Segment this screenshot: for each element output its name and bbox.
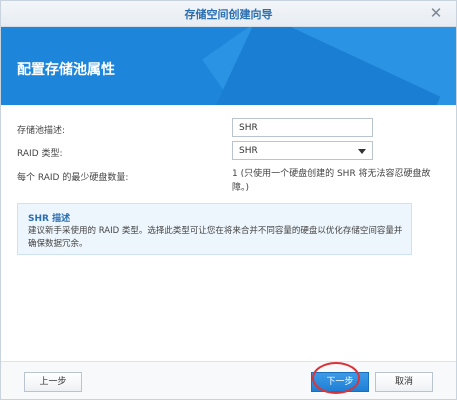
wizard-dialog: 存储空间创建向导 ✕ 配置存储池属性 存储池描述: RAID 类型: SHR 每…: [0, 0, 457, 400]
info-title: SHR 描述: [28, 214, 71, 224]
chevron-down-icon: [358, 149, 366, 154]
highlight-ring: [312, 362, 360, 394]
description-label: 存储池描述:: [17, 126, 66, 136]
info-body: 建议新手采使用的 RAID 类型。选择此类型可让您在将来合并不同容量的硬盘以优化…: [28, 226, 403, 249]
header-banner: 配置存储池属性: [1, 27, 456, 105]
window-title: 存储空间创建向导: [184, 8, 273, 21]
title-bar: 存储空间创建向导 ✕: [1, 1, 456, 27]
raid-type-label: RAID 类型:: [17, 149, 63, 159]
raid-type-select[interactable]: SHR: [232, 141, 373, 160]
page-title: 配置存储池属性: [17, 62, 115, 78]
min-disks-label: 每个 RAID 的最少硬盘数量:: [17, 173, 129, 183]
shr-description-box: SHR 描述 建议新手采使用的 RAID 类型。选择此类型可让您在将来合并不同容…: [17, 203, 412, 255]
close-icon[interactable]: ✕: [428, 4, 444, 22]
raid-type-value: SHR: [239, 146, 258, 156]
min-disks-value: 1 (只使用一个硬盘创建的 SHR 将无法容忍硬盘故障。): [232, 169, 431, 193]
description-input[interactable]: [232, 118, 373, 137]
prev-button[interactable]: 上一步: [24, 372, 82, 392]
cancel-button[interactable]: 取消: [375, 372, 433, 392]
